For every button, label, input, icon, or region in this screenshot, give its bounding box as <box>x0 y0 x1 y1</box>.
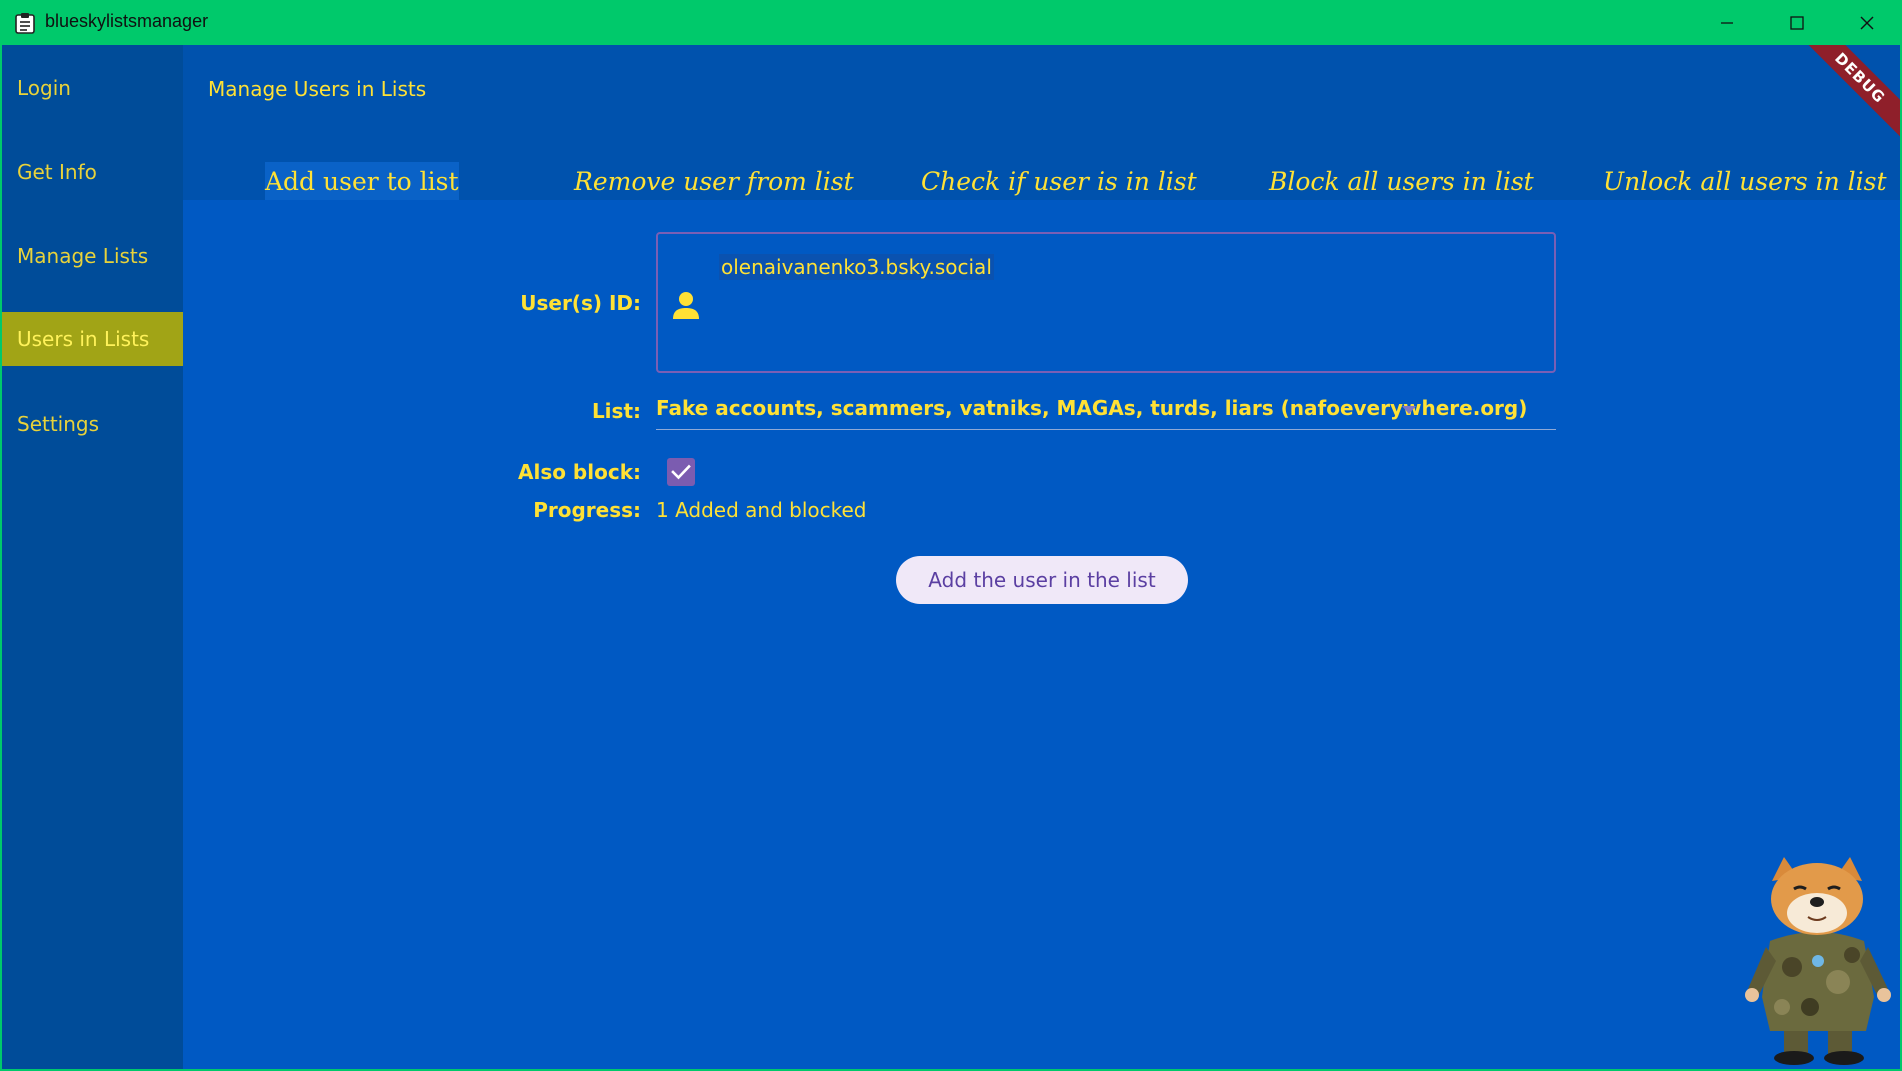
sidebar-item-get-info[interactable]: Get Info <box>2 145 183 199</box>
sidebar-item-manage-lists[interactable]: Manage Lists <box>2 229 183 283</box>
app-window: Login Get Info Manage Lists Users in Lis… <box>2 45 1900 1069</box>
user-ids-label: User(s) ID: <box>520 291 641 315</box>
list-selected-value: Fake accounts, scammers, vatniks, MAGAs,… <box>656 396 1528 420</box>
dog-mascot-image <box>1745 857 1891 1065</box>
also-block-checkbox[interactable] <box>667 458 695 486</box>
minimize-icon <box>1721 21 1733 24</box>
sidebar-item-label: Login <box>17 76 71 100</box>
dropdown-arrow-icon <box>1402 406 1416 414</box>
person-icon <box>673 292 699 319</box>
page-header: Manage Users in Lists Add user to list R… <box>183 45 1900 200</box>
list-label: List: <box>591 399 641 423</box>
checkmark-icon <box>671 464 691 480</box>
close-button[interactable] <box>1832 0 1902 45</box>
tab-unlock-all-users-in-list[interactable]: Unlock all users in list <box>1603 162 1887 200</box>
sidebar-item-login[interactable]: Login <box>2 61 183 115</box>
user-ids-input[interactable]: olenaivanenko3.bsky.social <box>656 232 1556 373</box>
close-icon <box>1860 16 1874 29</box>
minimize-button[interactable] <box>1692 0 1762 45</box>
sidebar-item-settings[interactable]: Settings <box>2 397 183 451</box>
debug-banner: DEBUG <box>1794 45 1900 144</box>
sidebar-item-users-in-lists[interactable]: Users in Lists <box>2 312 183 366</box>
sidebar: Login Get Info Manage Lists Users in Lis… <box>2 45 183 1069</box>
sidebar-item-label: Manage Lists <box>17 244 149 268</box>
sidebar-item-label: Settings <box>17 412 100 436</box>
tab-check-if-user-is-in-list[interactable]: Check if user is in list <box>921 162 1197 200</box>
tab-add-user-to-list[interactable]: Add user to list <box>265 162 459 200</box>
tab-remove-user-from-list[interactable]: Remove user from list <box>574 162 854 200</box>
tab-block-all-users-in-list[interactable]: Block all users in list <box>1269 162 1534 200</box>
sidebar-item-label: Users in Lists <box>17 327 150 351</box>
maximize-button[interactable] <box>1762 0 1832 45</box>
add-user-button[interactable]: Add the user in the list <box>896 556 1188 604</box>
list-dropdown[interactable]: Fake accounts, scammers, vatniks, MAGAs,… <box>656 390 1556 430</box>
window-title: blueskylistsmanager <box>45 11 209 31</box>
maximize-icon <box>1790 15 1804 30</box>
title-bar: blueskylistsmanager <box>0 0 1902 45</box>
clipboard-icon <box>15 13 35 34</box>
sidebar-item-label: Get Info <box>17 160 97 184</box>
progress-label: Progress: <box>533 498 641 522</box>
user-ids-value: olenaivanenko3.bsky.social <box>719 254 994 280</box>
page-title: Manage Users in Lists <box>208 77 427 101</box>
progress-value: 1 Added and blocked <box>656 498 867 522</box>
also-block-label: Also block: <box>517 460 641 484</box>
